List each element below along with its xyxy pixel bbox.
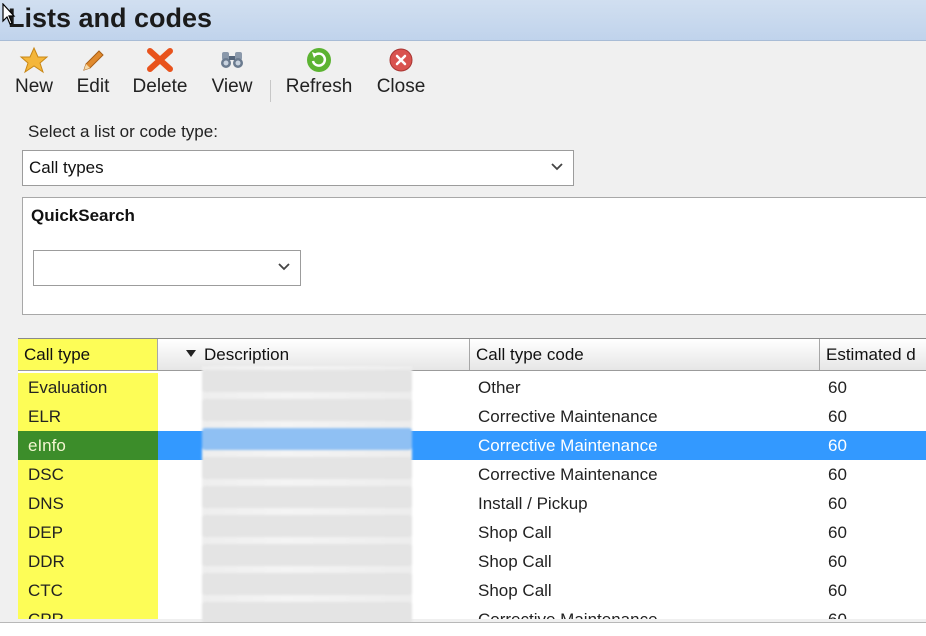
refresh-button[interactable]: Refresh bbox=[282, 46, 356, 102]
toolbar: New Edit Delete View Refresh Close bbox=[0, 42, 926, 104]
table-row[interactable]: ELRECorrective Maintenance60 bbox=[18, 402, 926, 431]
binoculars-icon bbox=[221, 52, 243, 68]
cell-call-type-code: Shop Call bbox=[478, 523, 552, 542]
chevron-down-icon[interactable] bbox=[278, 263, 290, 271]
list-type-dropdown[interactable]: Call types bbox=[22, 150, 574, 186]
cell-call-type: DSC bbox=[28, 465, 64, 484]
blur-stripe-selected bbox=[202, 428, 412, 450]
blurred-description-area bbox=[202, 366, 412, 622]
blur-stripe bbox=[202, 602, 412, 622]
pencil-icon bbox=[83, 50, 104, 71]
blur-stripe bbox=[202, 573, 412, 595]
cell-call-type-code: Corrective Maintenance bbox=[478, 436, 658, 455]
quicksearch-dropdown[interactable] bbox=[33, 250, 301, 286]
cell-call-type-code: Corrective Maintenance bbox=[478, 605, 658, 619]
cell-call-type: DNS bbox=[28, 494, 64, 513]
table-row[interactable]: DEPDShop Call60 bbox=[18, 518, 926, 547]
cell-estimated: 60 bbox=[828, 494, 847, 513]
table-row[interactable]: CPRCCorrective Maintenance60 bbox=[18, 605, 926, 619]
title-bar: Lists and codes bbox=[0, 0, 926, 41]
blur-stripe bbox=[202, 544, 412, 566]
view-label: View bbox=[211, 76, 253, 97]
blur-stripe bbox=[202, 399, 412, 421]
column-header-description-label: Description bbox=[204, 345, 290, 364]
cell-estimated: 60 bbox=[828, 605, 847, 619]
cell-call-type-code: Shop Call bbox=[478, 581, 552, 600]
column-header-call-type-code[interactable]: Call type code bbox=[470, 339, 820, 370]
list-type-label: Select a list or code type: bbox=[28, 122, 218, 141]
refresh-label: Refresh bbox=[285, 76, 353, 97]
table-row[interactable]: eInfoCCorrective Maintenance60 bbox=[18, 431, 926, 460]
cell-call-type: ELR bbox=[28, 407, 62, 426]
grid-header: Call type Description Call type code Est… bbox=[18, 339, 926, 371]
cell-call-type: CTC bbox=[28, 581, 63, 600]
blur-stripe bbox=[202, 486, 412, 508]
new-button[interactable]: New bbox=[10, 46, 58, 102]
lists-and-codes-window: Lists and codes New Edit Delete View Ref… bbox=[0, 0, 926, 623]
cell-estimated: 60 bbox=[828, 581, 847, 600]
cell-call-type: eInfo bbox=[28, 436, 66, 455]
cell-call-type: DDR bbox=[28, 552, 65, 571]
cell-call-type: CPR bbox=[28, 605, 64, 619]
refresh-icon bbox=[307, 48, 331, 72]
quicksearch-title: QuickSearch bbox=[31, 206, 135, 225]
close-label: Close bbox=[376, 76, 426, 97]
star-icon bbox=[19, 46, 49, 74]
cell-estimated: 60 bbox=[828, 436, 847, 455]
cell-call-type-code: Other bbox=[478, 378, 521, 397]
blur-stripe bbox=[202, 370, 412, 392]
blur-stripe bbox=[202, 457, 412, 479]
edit-button[interactable]: Edit bbox=[70, 46, 116, 102]
call-types-grid: Call type Description Call type code Est… bbox=[18, 338, 926, 619]
cell-estimated: 60 bbox=[828, 407, 847, 426]
cell-call-type-code: Install / Pickup bbox=[478, 494, 588, 513]
blur-stripe bbox=[202, 515, 412, 537]
quicksearch-panel: QuickSearch bbox=[22, 197, 926, 315]
toolbar-separator bbox=[270, 80, 271, 102]
mouse-cursor-icon bbox=[2, 3, 16, 25]
column-header-call-type[interactable]: Call type bbox=[18, 339, 158, 370]
cell-estimated: 60 bbox=[828, 523, 847, 542]
cell-call-type-code: Corrective Maintenance bbox=[478, 465, 658, 484]
close-circle-icon bbox=[389, 48, 413, 72]
table-row[interactable]: CTCCShop Call60 bbox=[18, 576, 926, 605]
new-label: New bbox=[14, 76, 53, 97]
cell-call-type: Evaluation bbox=[28, 378, 108, 397]
close-button[interactable]: Close bbox=[372, 46, 430, 102]
window-title: Lists and codes bbox=[8, 3, 213, 33]
table-row[interactable]: DSCDCorrective Maintenance60 bbox=[18, 460, 926, 489]
cell-estimated: 60 bbox=[828, 378, 847, 397]
cell-call-type-code: Shop Call bbox=[478, 552, 552, 571]
delete-button[interactable]: Delete bbox=[128, 46, 192, 102]
cell-call-type: DEP bbox=[28, 523, 63, 542]
sort-descending-icon bbox=[186, 350, 196, 357]
cell-call-type-code: Corrective Maintenance bbox=[478, 407, 658, 426]
cell-estimated: 60 bbox=[828, 465, 847, 484]
table-row[interactable]: EvaluationEOther60 bbox=[18, 373, 926, 402]
edit-label: Edit bbox=[76, 76, 110, 97]
column-header-estimated[interactable]: Estimated d bbox=[820, 339, 926, 370]
delete-label: Delete bbox=[132, 76, 188, 97]
view-button[interactable]: View bbox=[206, 46, 258, 102]
chevron-down-icon[interactable] bbox=[551, 163, 563, 171]
table-row[interactable]: DDRDShop Call60 bbox=[18, 547, 926, 576]
list-type-value: Call types bbox=[29, 158, 104, 177]
table-row[interactable]: DNSDInstall / Pickup60 bbox=[18, 489, 926, 518]
cell-estimated: 60 bbox=[828, 552, 847, 571]
red-x-icon bbox=[147, 48, 173, 72]
